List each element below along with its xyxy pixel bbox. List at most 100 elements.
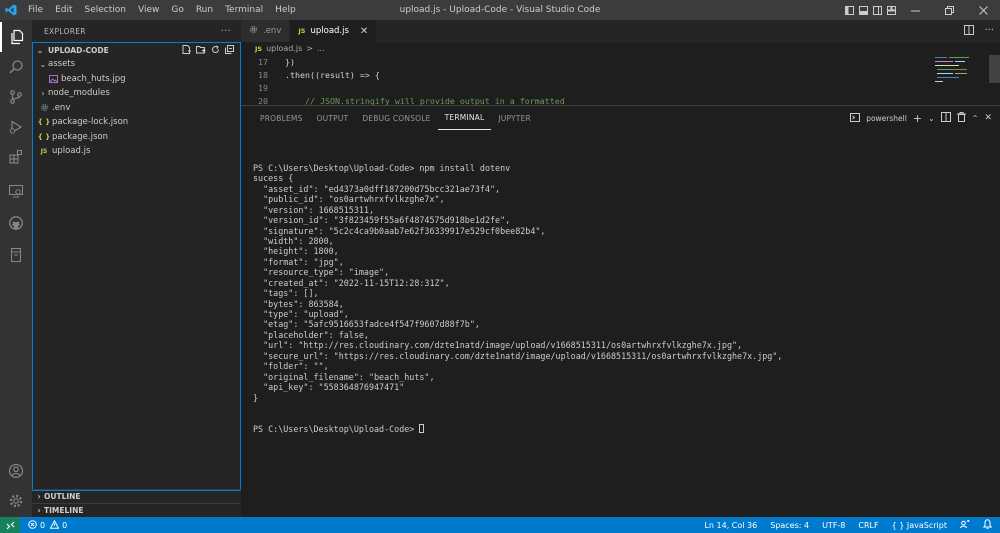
indentation[interactable]: Spaces: 4 bbox=[770, 521, 809, 530]
tree-item-beach-huts-jpg[interactable]: beach_huts.jpg bbox=[33, 72, 240, 87]
file-encoding[interactable]: UTF-8 bbox=[822, 521, 845, 530]
extensions-icon[interactable] bbox=[0, 142, 32, 172]
tree-item-upload-js[interactable]: JS upload.js bbox=[33, 144, 240, 159]
editor-scrollbar[interactable] bbox=[989, 55, 1000, 83]
jupyter-icon[interactable] bbox=[0, 240, 32, 270]
remote-explorer-icon[interactable] bbox=[0, 176, 32, 206]
tree-item--env[interactable]: .env bbox=[33, 101, 240, 116]
tree-item-package-json[interactable]: { } package.json bbox=[33, 130, 240, 145]
status-bar: 0 0 Ln 14, Col 36 Spaces: 4 UTF-8 CRLF {… bbox=[0, 517, 1000, 533]
minimap[interactable] bbox=[929, 55, 989, 105]
activity-bar bbox=[0, 20, 32, 517]
chevron-up-icon[interactable]: ⌃ bbox=[972, 114, 979, 123]
minimize-button[interactable] bbox=[898, 0, 932, 20]
menu-run[interactable]: Run bbox=[190, 0, 219, 20]
code-line[interactable]: 17}) bbox=[241, 55, 929, 68]
source-control-icon[interactable] bbox=[0, 82, 32, 112]
problems-indicator[interactable]: 0 0 bbox=[20, 519, 67, 531]
breadcrumb-symbol[interactable]: ... bbox=[317, 44, 325, 53]
layout-toggle-sidebar-icon[interactable] bbox=[842, 0, 856, 20]
breadcrumb-separator: > bbox=[306, 44, 313, 53]
more-actions-icon[interactable]: ··· bbox=[984, 26, 994, 36]
title-bar: File Edit Selection View Go Run Terminal Help u… bbox=[0, 0, 1000, 20]
terminal-line: "type": "upload", bbox=[253, 309, 349, 319]
breadcrumb-file[interactable]: upload.js bbox=[266, 44, 302, 53]
terminal-cursor bbox=[419, 423, 425, 433]
split-terminal-icon[interactable] bbox=[940, 112, 951, 124]
end-of-line[interactable]: CRLF bbox=[858, 521, 878, 530]
cursor-position[interactable]: Ln 14, Col 36 bbox=[704, 521, 757, 530]
explorer-more-actions-button[interactable]: ··· bbox=[221, 26, 231, 37]
menu-selection[interactable]: Selection bbox=[79, 0, 132, 20]
run-and-debug-icon[interactable] bbox=[0, 112, 32, 142]
trash-icon[interactable] bbox=[956, 112, 966, 124]
menu-go[interactable]: Go bbox=[165, 0, 189, 20]
terminal-line: "version_id": "3f823459f55a6f4874575d918… bbox=[253, 215, 511, 226]
code-text: }) bbox=[285, 56, 295, 67]
menu-terminal[interactable]: Terminal bbox=[219, 0, 269, 20]
tab-jupyter[interactable]: JUPYTER bbox=[491, 106, 538, 130]
tab-problems[interactable]: PROBLEMS bbox=[253, 106, 310, 130]
accounts-icon[interactable] bbox=[0, 456, 32, 486]
customize-layout-icon[interactable] bbox=[884, 0, 898, 20]
tab-terminal[interactable]: TERMINAL bbox=[437, 106, 492, 130]
tree-item-label: beach_huts.jpg bbox=[61, 73, 126, 84]
tab-output[interactable]: OUTPUT bbox=[310, 106, 356, 130]
tab-upload-js[interactable]: JS upload.js ✕ bbox=[290, 20, 378, 42]
menu-edit[interactable]: Edit bbox=[49, 0, 78, 20]
terminal-prompt: PS C:\Users\Desktop\Upload-Code> bbox=[253, 423, 420, 434]
terminal-line: "bytes": 863584, bbox=[253, 298, 344, 309]
layout-toggle-secondary-sidebar-icon[interactable] bbox=[870, 0, 884, 20]
code-line[interactable]: 19 bbox=[241, 81, 929, 94]
terminal-prompt-line[interactable]: PS C:\Users\Desktop\Upload-Code> bbox=[253, 423, 782, 434]
tree-item-package-lock-json[interactable]: { } package-lock.json bbox=[33, 115, 240, 130]
manage-gear-icon[interactable] bbox=[0, 486, 32, 516]
restore-button[interactable] bbox=[932, 0, 966, 20]
folder-tree: ⌄ UPLOAD-CODE ⌄ assets beach_huts.jpg › node… bbox=[32, 42, 241, 491]
js-file-icon: JS bbox=[40, 147, 48, 155]
code-line[interactable]: 20 // JSON.stringify will provide output… bbox=[241, 94, 929, 106]
timeline-section[interactable]: › TIMELINE bbox=[32, 503, 241, 517]
layout-toggle-panel-icon[interactable] bbox=[856, 0, 870, 20]
terminal-icon bbox=[850, 112, 861, 124]
braces-icon: { } bbox=[891, 520, 905, 530]
chevron-down-icon[interactable]: ⌄ bbox=[928, 114, 935, 123]
code-editor[interactable]: 17}) 18 .then((result) => {19 20 // JSON.st… bbox=[241, 55, 929, 106]
notifications-bell-icon[interactable] bbox=[982, 519, 993, 531]
feedback-icon[interactable] bbox=[960, 519, 970, 531]
terminal-line: "url": "http://res.cloudinary.com/dzte1n… bbox=[253, 340, 743, 351]
terminal-output[interactable]: PS C:\Users\Desktop\Upload-Code> npm ins… bbox=[253, 142, 782, 455]
code-line[interactable]: 18 .then((result) => { bbox=[241, 68, 929, 81]
menu-bar: File Edit Selection View Go Run Terminal Help bbox=[22, 0, 302, 20]
close-panel-icon[interactable]: ✕ bbox=[984, 113, 992, 123]
tree-item-node-modules[interactable]: › node_modules bbox=[33, 86, 240, 101]
tree-item-label: package.json bbox=[52, 131, 108, 142]
tab-env[interactable]: .env bbox=[241, 20, 291, 42]
terminal-line: "format": "jpg", bbox=[253, 256, 344, 267]
language-mode[interactable]: { } JavaScript bbox=[892, 521, 947, 530]
split-editor-icon[interactable] bbox=[964, 24, 975, 38]
menu-file[interactable]: File bbox=[22, 0, 49, 20]
tree-item-assets[interactable]: ⌄ assets bbox=[33, 57, 240, 72]
remote-indicator-icon[interactable] bbox=[0, 517, 20, 533]
chevron-right-icon: › bbox=[37, 506, 41, 515]
error-icon bbox=[28, 519, 37, 531]
shell-selector[interactable]: powershell bbox=[866, 114, 907, 123]
collapse-all-icon[interactable] bbox=[225, 44, 234, 56]
github-icon[interactable] bbox=[0, 208, 32, 238]
new-folder-icon[interactable] bbox=[196, 45, 206, 56]
explorer-icon[interactable] bbox=[0, 22, 32, 52]
workspace-folder-header[interactable]: ⌄ UPLOAD-CODE bbox=[33, 43, 240, 57]
menu-view[interactable]: View bbox=[132, 0, 165, 20]
menu-help[interactable]: Help bbox=[269, 0, 302, 20]
close-window-button[interactable] bbox=[966, 0, 1000, 20]
refresh-icon[interactable] bbox=[211, 45, 220, 56]
outline-section[interactable]: › OUTLINE bbox=[32, 489, 241, 503]
language-label: JavaScript bbox=[906, 520, 947, 530]
new-file-icon[interactable] bbox=[182, 44, 191, 56]
chevron-down-icon: ⌄ bbox=[36, 45, 44, 55]
search-icon[interactable] bbox=[0, 52, 32, 82]
tab-debug-console[interactable]: DEBUG CONSOLE bbox=[355, 106, 437, 130]
new-terminal-icon[interactable]: + bbox=[913, 112, 922, 125]
close-icon[interactable]: ✕ bbox=[360, 26, 368, 37]
